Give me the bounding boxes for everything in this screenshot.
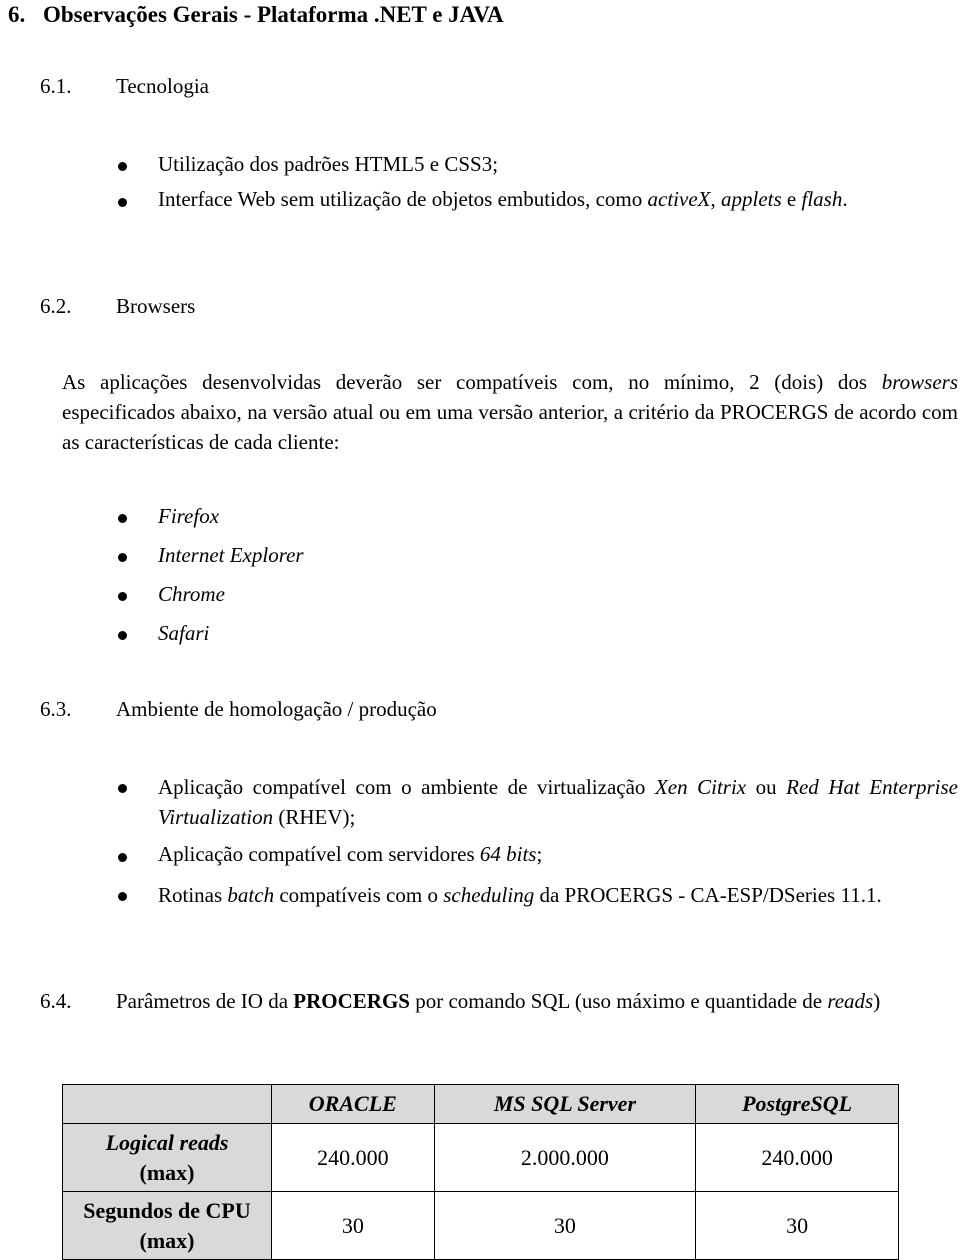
bullet-icon — [118, 198, 127, 207]
subsection-heading-6-3: 6.3. Ambiente de homologação / produção — [40, 697, 437, 721]
browser-item: Firefox — [158, 504, 220, 528]
table-cell: 240.000 — [271, 1123, 435, 1192]
subsection-title: Browsers — [116, 294, 196, 318]
list-item: Interface Web sem utilização de objetos … — [158, 187, 848, 211]
table-cell: 2.000.000 — [433, 1123, 697, 1192]
list-item: Utilização dos padrões HTML5 e CSS3; — [158, 152, 499, 176]
bullet-icon — [118, 631, 127, 640]
table-cell: 30 — [695, 1191, 899, 1260]
subsection-heading-6-4: 6.4. Parâmetros de IO da PROCERGS por com… — [40, 989, 881, 1013]
bullet-icon — [118, 553, 127, 562]
subsection-title: Tecnologia — [116, 74, 209, 98]
table-row: Segundos de CPU (max) 30 30 30 — [62, 1191, 899, 1260]
section-title: Observações Gerais - Plataforma .NET e J… — [43, 2, 504, 27]
list-item: Aplicação compatível com servidores 64 b… — [158, 842, 543, 866]
table-cell: 30 — [433, 1191, 697, 1260]
section-number: 6. — [8, 2, 26, 27]
bullet-icon — [118, 592, 127, 601]
bullet-icon — [118, 162, 127, 171]
browser-item: Chrome — [158, 582, 225, 606]
column-header: ORACLE — [271, 1084, 435, 1124]
subsection-title: Ambiente de homologação / produção — [116, 697, 437, 721]
table-corner-cell — [62, 1084, 272, 1124]
row-header: Segundos de CPU (max) — [62, 1191, 272, 1260]
table-cell: 240.000 — [695, 1123, 899, 1192]
browser-item: Internet Explorer — [158, 543, 304, 567]
column-header: PostgreSQL — [695, 1084, 899, 1124]
browser-item: Safari — [158, 621, 210, 645]
io-parameters-table: ORACLE MS SQL Server PostgreSQL Logical … — [62, 1084, 899, 1260]
browsers-paragraph: As aplicações desenvolvidas deverão ser … — [62, 370, 958, 454]
table-header-row: ORACLE MS SQL Server PostgreSQL — [62, 1084, 899, 1124]
table-row: Logical reads (max) 240.000 2.000.000 240… — [62, 1123, 899, 1192]
subsection-heading-6-2: 6.2. Browsers — [40, 294, 196, 318]
row-header: Logical reads (max) — [62, 1123, 272, 1192]
list-item: Aplicação compatível com o ambiente de v… — [158, 775, 958, 829]
column-header: MS SQL Server — [433, 1084, 697, 1124]
bullet-icon — [118, 784, 127, 793]
bullet-icon — [118, 853, 127, 862]
list-item: Rotinas batch compatíveis com o scheduli… — [158, 883, 882, 907]
table-cell: 30 — [271, 1191, 435, 1260]
section-heading: 6. Observações Gerais - Plataforma .NET e… — [8, 2, 504, 28]
subsection-heading-6-1: 6.1. Tecnologia — [40, 74, 209, 98]
bullet-icon — [118, 514, 127, 523]
bullet-icon — [118, 892, 127, 901]
